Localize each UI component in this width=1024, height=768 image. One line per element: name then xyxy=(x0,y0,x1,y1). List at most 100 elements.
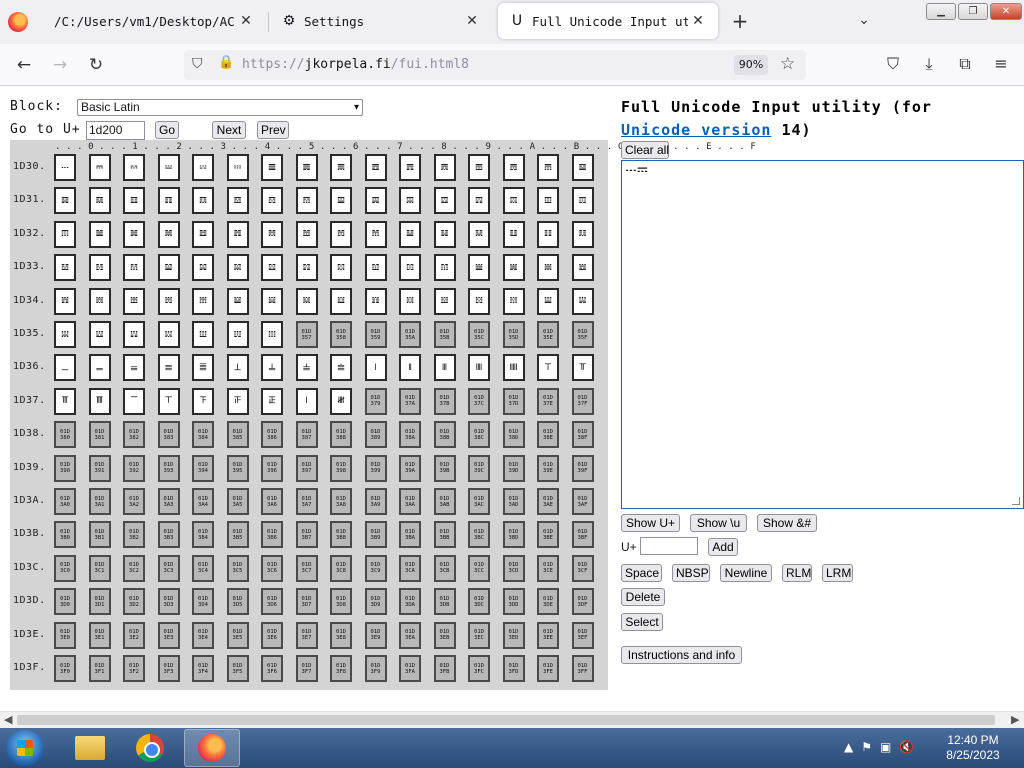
character-cell[interactable]: 01D 3AE xyxy=(537,488,559,515)
character-cell[interactable]: 01D 3CC xyxy=(468,554,490,582)
character-cell[interactable]: 01D 3DC xyxy=(468,588,490,616)
character-cell[interactable]: 01D 358 xyxy=(330,321,352,348)
character-cell[interactable]: 𝌀 xyxy=(54,154,76,181)
character-cell[interactable]: 01D 3AD xyxy=(502,488,525,515)
character-cell[interactable]: 01D 37B xyxy=(433,387,456,415)
character-cell[interactable]: 𝍖 xyxy=(261,321,283,348)
resize-handle[interactable] xyxy=(1012,497,1020,505)
minimize-button[interactable]: ▁ xyxy=(926,3,956,20)
character-cell[interactable]: 01D 38E xyxy=(537,421,559,449)
character-cell[interactable]: 𝌧 xyxy=(295,220,318,248)
character-cell[interactable]: 01D 3CE xyxy=(537,554,559,582)
character-cell[interactable]: 01D 37D xyxy=(502,387,525,415)
url-bar[interactable]: ⛉ 🔒 https://jkorpela.fi/fui.html8 90% ☆ xyxy=(184,50,806,80)
character-cell[interactable]: 𝍈 xyxy=(330,287,352,315)
character-cell[interactable]: 01D 3F3 xyxy=(157,655,180,682)
lock-icon[interactable]: 🔒 xyxy=(218,55,234,70)
character-cell[interactable]: 𝍪 xyxy=(399,354,421,382)
character-cell[interactable]: 01D 383 xyxy=(157,421,180,449)
rlm-button[interactable]: RLM xyxy=(782,564,812,582)
clear-all-button[interactable]: Clear all xyxy=(621,141,669,159)
character-cell[interactable]: 01D 35D xyxy=(502,321,525,348)
character-cell[interactable]: 𝌃 xyxy=(157,154,180,181)
character-cell[interactable]: 01D 3E4 xyxy=(192,621,214,649)
character-cell[interactable]: 01D 38C xyxy=(468,421,490,449)
character-cell[interactable]: 𝍊 xyxy=(399,287,421,315)
character-cell[interactable]: 𝌈 xyxy=(330,154,352,181)
character-cell[interactable]: 01D 3A6 xyxy=(261,488,283,515)
character-cell[interactable]: 01D 3C0 xyxy=(54,554,76,582)
character-cell[interactable]: 01D 39A xyxy=(399,454,421,482)
character-cell[interactable]: 𝌋 xyxy=(433,154,456,181)
character-cell[interactable]: 01D 3F7 xyxy=(295,655,318,682)
window-close-button[interactable]: ✕ xyxy=(990,3,1022,20)
character-cell[interactable]: 01D 3D0 xyxy=(54,588,76,616)
character-cell[interactable]: 01D 3A8 xyxy=(330,488,352,515)
character-cell[interactable]: 01D 3B3 xyxy=(157,521,180,549)
character-cell[interactable]: 𝌳 xyxy=(157,254,180,282)
download-icon[interactable]: ⤓ xyxy=(918,54,940,76)
character-cell[interactable]: 01D 35A xyxy=(399,321,421,348)
character-cell[interactable]: 01D 3A9 xyxy=(364,488,387,515)
character-cell[interactable]: 𝌔 xyxy=(192,187,214,215)
character-cell[interactable]: 𝌟 xyxy=(571,187,594,215)
start-button[interactable] xyxy=(6,730,44,766)
character-cell[interactable]: 𝍱 xyxy=(88,387,111,415)
character-cell[interactable]: 01D 38F xyxy=(571,421,594,449)
character-cell[interactable]: 01D 393 xyxy=(157,454,180,482)
character-cell[interactable]: 𝌿 xyxy=(571,254,594,282)
character-cell[interactable]: 𝌗 xyxy=(295,187,318,215)
character-cell[interactable]: 𝌘 xyxy=(330,187,352,215)
lrm-button[interactable]: LRM xyxy=(822,564,853,582)
character-cell[interactable]: 01D 3D5 xyxy=(226,588,249,616)
character-cell[interactable]: 𝍎 xyxy=(537,287,559,315)
character-cell[interactable]: 01D 3BB xyxy=(433,521,456,549)
character-cell[interactable]: 01D 3A0 xyxy=(54,488,76,515)
character-cell[interactable]: 𝌒 xyxy=(123,187,145,215)
character-cell[interactable]: 01D 3E1 xyxy=(88,621,111,649)
character-cell[interactable]: 𝍤 xyxy=(192,354,214,382)
character-cell[interactable]: 01D 3DF xyxy=(571,588,594,616)
character-cell[interactable]: 01D 3B2 xyxy=(123,521,145,549)
show-u-escape-button[interactable]: Show \u xyxy=(690,514,747,532)
character-cell[interactable]: 01D 3FE xyxy=(537,655,559,682)
character-cell[interactable]: 01D 3D4 xyxy=(192,588,214,616)
character-cell[interactable]: 01D 37A xyxy=(399,387,421,415)
character-cell[interactable]: 01D 3CA xyxy=(399,554,421,582)
character-cell[interactable]: 𝌛 xyxy=(433,187,456,215)
character-cell[interactable]: 01D 3E7 xyxy=(295,621,318,649)
character-cell[interactable]: 01D 3B0 xyxy=(54,521,76,549)
character-cell[interactable]: 𝌹 xyxy=(364,254,387,282)
forward-button[interactable]: → xyxy=(48,53,72,77)
character-cell[interactable]: 𝌫 xyxy=(433,220,456,248)
character-cell[interactable]: 01D 3CB xyxy=(433,554,456,582)
character-cell[interactable]: 01D 396 xyxy=(261,454,283,482)
zoom-indicator[interactable]: 90% xyxy=(734,55,768,75)
nbsp-button[interactable]: NBSP xyxy=(672,564,710,582)
character-cell[interactable]: 𝌜 xyxy=(468,187,490,215)
scrollbar-thumb[interactable] xyxy=(17,715,995,725)
character-cell[interactable]: 01D 3F8 xyxy=(330,655,352,682)
character-cell[interactable]: 𝍸 xyxy=(330,387,352,415)
character-cell[interactable]: 01D 37F xyxy=(571,387,594,415)
character-cell[interactable]: 𝌣 xyxy=(157,220,180,248)
character-cell[interactable]: 01D 3E3 xyxy=(157,621,180,649)
character-cell[interactable]: 01D 3B1 xyxy=(88,521,111,549)
character-cell[interactable]: 01D 3C2 xyxy=(123,554,145,582)
character-cell[interactable]: 01D 3EF xyxy=(571,621,594,649)
character-cell[interactable]: 𝌍 xyxy=(502,154,525,181)
character-cell[interactable]: 𝍲 xyxy=(123,387,145,415)
character-cell[interactable]: 𝍉 xyxy=(364,287,387,315)
character-cell[interactable]: 𝌑 xyxy=(88,187,111,215)
character-cell[interactable]: 01D 3B5 xyxy=(226,521,249,549)
character-cell[interactable]: 01D 3D9 xyxy=(364,588,387,616)
character-cell[interactable]: 01D 3C7 xyxy=(295,554,318,582)
character-cell[interactable]: 01D 3EE xyxy=(537,621,559,649)
character-cell[interactable]: 𝌯 xyxy=(571,220,594,248)
character-cell[interactable]: 01D 3F2 xyxy=(123,655,145,682)
character-cell[interactable]: 01D 3DA xyxy=(399,588,421,616)
character-cell[interactable]: 𝌢 xyxy=(123,220,145,248)
character-cell[interactable]: 𝍒 xyxy=(123,321,145,348)
character-cell[interactable]: 𝌷 xyxy=(295,254,318,282)
character-cell[interactable]: 𝍦 xyxy=(261,354,283,382)
